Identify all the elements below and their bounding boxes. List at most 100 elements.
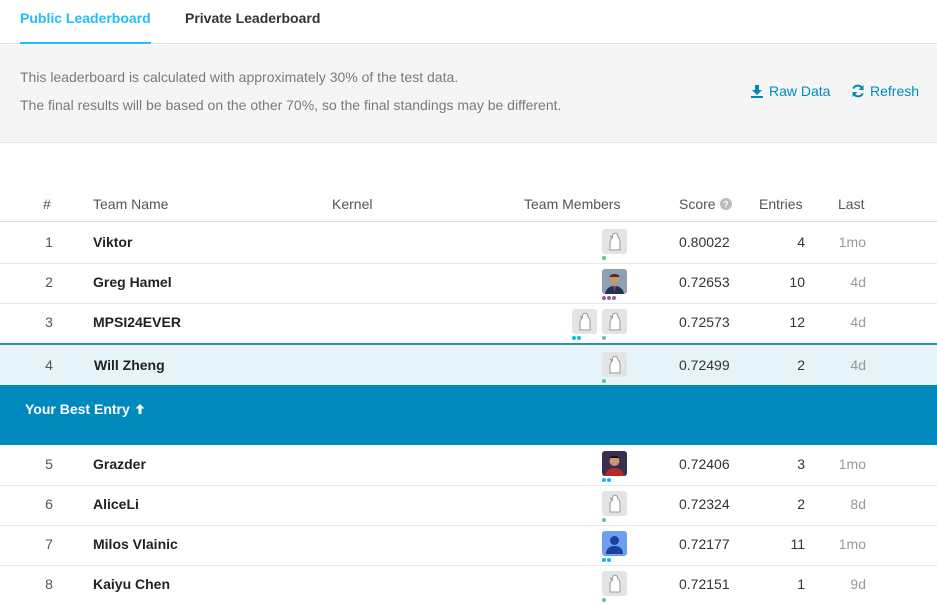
team-member-avatar[interactable] xyxy=(602,491,627,516)
refresh-label: Refresh xyxy=(870,83,920,99)
download-icon xyxy=(751,85,763,98)
rank-cell: 8 xyxy=(45,576,53,592)
last-submission-cell: 4d xyxy=(850,274,866,290)
column-header-last: Last xyxy=(838,196,865,212)
score-cell: 0.72151 xyxy=(679,576,730,592)
refresh-icon xyxy=(852,84,864,98)
team-member-avatar[interactable] xyxy=(572,309,597,334)
entries-cell: 3 xyxy=(797,456,805,472)
default-avatar-icon xyxy=(602,571,627,596)
score-cell: 0.80022 xyxy=(679,234,730,250)
team-name-link[interactable]: AliceLi xyxy=(93,496,139,512)
team-name-link[interactable]: Will Zheng xyxy=(94,357,165,373)
tier-indicator xyxy=(602,379,606,383)
best-entry-banner: Your Best Entry xyxy=(0,385,937,445)
score-cell: 0.72324 xyxy=(679,496,730,512)
column-header-score: Score ? xyxy=(679,196,732,212)
column-header-kernel: Kernel xyxy=(332,196,373,212)
rank-cell: 1 xyxy=(45,234,53,250)
entries-cell: 11 xyxy=(790,536,805,552)
rank-cell: 7 xyxy=(45,536,53,552)
default-avatar-icon xyxy=(602,491,627,516)
last-submission-cell: 1mo xyxy=(838,536,866,552)
entries-cell: 1 xyxy=(797,576,805,592)
leaderboard-row: 8 Kaiyu Chen 0.72151 1 9d xyxy=(0,565,937,604)
arrow-up-icon xyxy=(135,404,145,414)
leaderboard-header-row: # Team Name Kernel Team Members Score ? … xyxy=(0,190,937,222)
tier-indicator xyxy=(602,478,611,482)
refresh-button[interactable]: Refresh xyxy=(851,83,919,99)
svg-text:?: ? xyxy=(723,200,729,210)
leaderboard-row: 3 MPSI24EVER 0.72573 12 4d xyxy=(0,303,937,344)
leaderboard-tabs: Public Leaderboard Private Leaderboard xyxy=(0,0,937,44)
leaderboard-row: 6 AliceLi 0.72324 2 8d xyxy=(0,485,937,526)
rank-cell: 5 xyxy=(45,456,53,472)
my-team-row: 4 Will Zheng 0.72499 2 4d xyxy=(0,343,937,385)
team-name-link[interactable]: Kaiyu Chen xyxy=(93,576,170,592)
user-photo-icon xyxy=(602,269,627,294)
tier-indicator xyxy=(602,518,606,522)
last-submission-cell: 1mo xyxy=(838,456,866,472)
leaderboard-row: 1 Viktor 0.80022 4 1mo xyxy=(0,223,937,264)
leaderboard-row: 2 Greg Hamel 0.72653 10 4d xyxy=(0,263,937,304)
tab-public-leaderboard[interactable]: Public Leaderboard xyxy=(20,10,151,44)
leaderboard-info-banner: This leaderboard is calculated with appr… xyxy=(0,45,937,143)
rank-cell: 4 xyxy=(45,357,53,373)
team-member-avatar[interactable] xyxy=(602,229,627,254)
user-photo-icon xyxy=(602,451,627,476)
team-member-avatar[interactable] xyxy=(602,451,627,476)
column-header-entries: Entries xyxy=(759,196,803,212)
team-member-avatar[interactable] xyxy=(602,269,627,294)
team-name-link[interactable]: Viktor xyxy=(93,234,132,250)
raw-data-button[interactable]: Raw Data xyxy=(750,83,830,99)
tier-indicator xyxy=(602,336,606,340)
team-name-link[interactable]: Greg Hamel xyxy=(93,274,172,290)
column-header-score-label: Score xyxy=(679,196,716,212)
score-cell: 0.72406 xyxy=(679,456,730,472)
last-submission-cell: 4d xyxy=(850,314,866,330)
info-line-1: This leaderboard is calculated with appr… xyxy=(20,69,459,85)
tier-indicator xyxy=(572,336,581,340)
entries-cell: 2 xyxy=(797,357,805,373)
last-submission-cell: 8d xyxy=(850,496,866,512)
team-member-avatar[interactable] xyxy=(602,531,627,556)
team-member-avatar[interactable] xyxy=(602,309,627,334)
entries-cell: 10 xyxy=(789,274,805,290)
info-line-2: The final results will be based on the o… xyxy=(20,97,562,113)
team-member-avatar[interactable] xyxy=(602,352,627,377)
column-header-team-name: Team Name xyxy=(93,196,169,212)
entries-cell: 12 xyxy=(789,314,805,330)
leaderboard-row: 5 Grazder 0.72406 3 1mo xyxy=(0,445,937,486)
help-icon[interactable]: ? xyxy=(719,198,732,210)
team-name-link[interactable]: Grazder xyxy=(93,456,146,472)
team-member-avatar[interactable] xyxy=(602,571,627,596)
default-avatar-icon xyxy=(602,352,627,377)
generic-user-icon xyxy=(602,531,627,556)
rank-cell: 3 xyxy=(45,314,53,330)
team-name-link[interactable]: Milos Vlainic xyxy=(93,536,178,552)
tier-indicator xyxy=(602,256,606,260)
tier-indicator xyxy=(602,558,611,562)
leaderboard-row: 7 Milos Vlainic 0.72177 11 1mo xyxy=(0,525,937,566)
default-avatar-icon xyxy=(602,309,627,334)
last-submission-cell: 1mo xyxy=(838,234,866,250)
tier-indicator xyxy=(602,598,606,602)
rank-cell: 2 xyxy=(45,274,53,290)
last-submission-cell: 9d xyxy=(850,576,866,592)
entries-cell: 2 xyxy=(797,496,805,512)
score-cell: 0.72177 xyxy=(679,536,730,552)
score-cell: 0.72499 xyxy=(679,357,730,373)
rank-cell: 6 xyxy=(45,496,53,512)
best-entry-label: Your Best Entry xyxy=(25,401,130,417)
last-submission-cell: 4d xyxy=(850,357,866,373)
entries-cell: 4 xyxy=(797,234,805,250)
score-cell: 0.72653 xyxy=(679,274,730,290)
column-header-team-members: Team Members xyxy=(524,196,621,212)
best-entry-toggle[interactable]: Your Best Entry xyxy=(25,401,146,417)
default-avatar-icon xyxy=(572,309,597,334)
team-name-link[interactable]: MPSI24EVER xyxy=(93,314,181,330)
column-header-rank: # xyxy=(43,196,51,212)
raw-data-label: Raw Data xyxy=(769,83,831,99)
tab-private-leaderboard[interactable]: Private Leaderboard xyxy=(185,10,320,44)
default-avatar-icon xyxy=(602,229,627,254)
